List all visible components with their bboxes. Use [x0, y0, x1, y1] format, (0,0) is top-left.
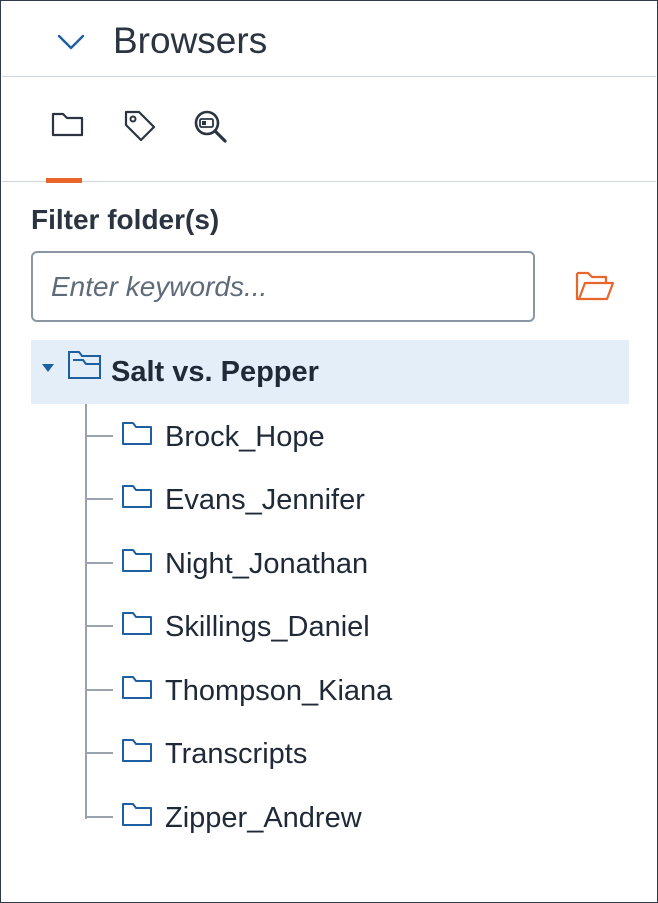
tree-item-thompson-kiana[interactable]: Thompson_Kiana [87, 665, 627, 717]
tree-item-brock-hope[interactable]: Brock_Hope [87, 411, 627, 463]
folder-icon [122, 612, 152, 635]
tree-item-transcripts[interactable]: Transcripts [87, 728, 627, 780]
folder-icon [122, 803, 152, 826]
tag-icon [124, 110, 156, 142]
folder-icon [122, 676, 152, 699]
browser-tabs [2, 78, 656, 183]
tree-item-label: Zipper_Andrew [165, 802, 362, 834]
tree-branch-line [87, 435, 113, 437]
tab-search[interactable] [188, 98, 232, 182]
search-icon [194, 110, 227, 143]
tree-root-item[interactable]: Salt vs. Pepper [31, 340, 629, 404]
folder-icon [122, 485, 152, 508]
tree-root-label: Salt vs. Pepper [111, 356, 319, 388]
tree-branch-line [87, 625, 113, 627]
tree-item-label: Thompson_Kiana [165, 675, 393, 707]
folder-icon [51, 112, 84, 137]
filter-label: Filter folder(s) [31, 204, 220, 235]
tree-item-label: Night_Jonathan [165, 548, 369, 580]
tree-item-skillings-daniel[interactable]: Skillings_Daniel [87, 601, 627, 653]
chevron-down-icon[interactable] [56, 30, 86, 54]
tree-item-evans-jennifer[interactable]: Evans_Jennifer [87, 474, 627, 526]
active-tab-indicator [46, 178, 82, 183]
browsers-panel: Browsers Filter folder(s) Enter keywords… [0, 0, 658, 903]
tree-branch-line [87, 689, 113, 691]
tree-branch-line [87, 562, 113, 564]
panel-header: Browsers [2, 2, 656, 77]
tree-item-night-jonathan[interactable]: Night_Jonathan [87, 538, 627, 590]
tree-item-label: Transcripts [165, 738, 308, 770]
tree-branch-line [87, 752, 113, 754]
folder-icon [122, 739, 152, 762]
tree-item-label: Brock_Hope [165, 421, 325, 453]
tree-item-zipper-andrew[interactable]: Zipper_Andrew [87, 792, 627, 844]
panel-title: Browsers [113, 20, 268, 61]
tree-branch-line [87, 498, 113, 500]
caret-down-icon[interactable] [41, 362, 55, 374]
tree-branch-line [87, 816, 113, 818]
tree-item-label: Skillings_Daniel [165, 611, 370, 643]
open-folder-icon[interactable] [573, 265, 617, 309]
folder-icon [122, 549, 152, 572]
folder-open-icon [68, 351, 101, 379]
filter-keywords-input[interactable] [31, 251, 535, 322]
tree-item-label: Evans_Jennifer [165, 484, 365, 516]
tab-tags[interactable] [118, 98, 162, 182]
tab-folders[interactable] [46, 98, 90, 183]
folder-icon [122, 422, 152, 445]
